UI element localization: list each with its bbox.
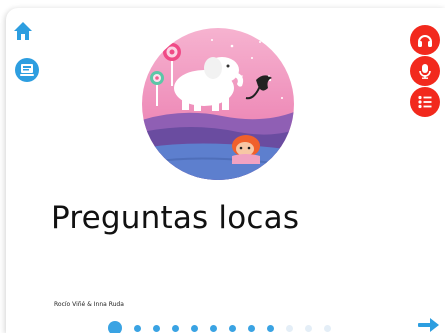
list-icon	[418, 95, 432, 109]
home-icon	[14, 22, 32, 40]
book-title: Preguntas locas	[51, 200, 300, 236]
page-dot[interactable]	[229, 324, 236, 332]
cover-illustration-art	[142, 28, 294, 180]
cover-illustration[interactable]	[142, 28, 294, 180]
page-dot[interactable]	[267, 324, 274, 332]
headphones-icon	[418, 35, 432, 47]
page-dot[interactable]	[134, 324, 141, 332]
page-indicator	[108, 321, 348, 333]
page-dot[interactable]	[286, 324, 293, 332]
contents-button[interactable]	[410, 87, 440, 117]
library-icon	[15, 58, 39, 82]
page-dot[interactable]	[108, 321, 122, 333]
microphone-icon	[419, 64, 431, 79]
home-button[interactable]	[12, 20, 34, 42]
page-dot[interactable]	[172, 324, 179, 332]
page-dot[interactable]	[324, 324, 331, 332]
record-button[interactable]	[410, 56, 440, 86]
listen-button[interactable]	[410, 25, 440, 55]
library-button[interactable]	[13, 56, 41, 84]
page-dot[interactable]	[305, 324, 312, 332]
book-authors: Rocío Viñé & Inna Ruda	[54, 301, 124, 308]
page-dot[interactable]	[248, 324, 255, 332]
arrow-right-icon	[418, 318, 439, 332]
next-page-button[interactable]	[417, 317, 441, 332]
page-dot[interactable]	[191, 324, 198, 332]
page-dot[interactable]	[153, 324, 160, 332]
app-window: Preguntas locas Rocío Viñé & Inna Ruda	[0, 0, 445, 333]
page-dot[interactable]	[210, 324, 217, 332]
